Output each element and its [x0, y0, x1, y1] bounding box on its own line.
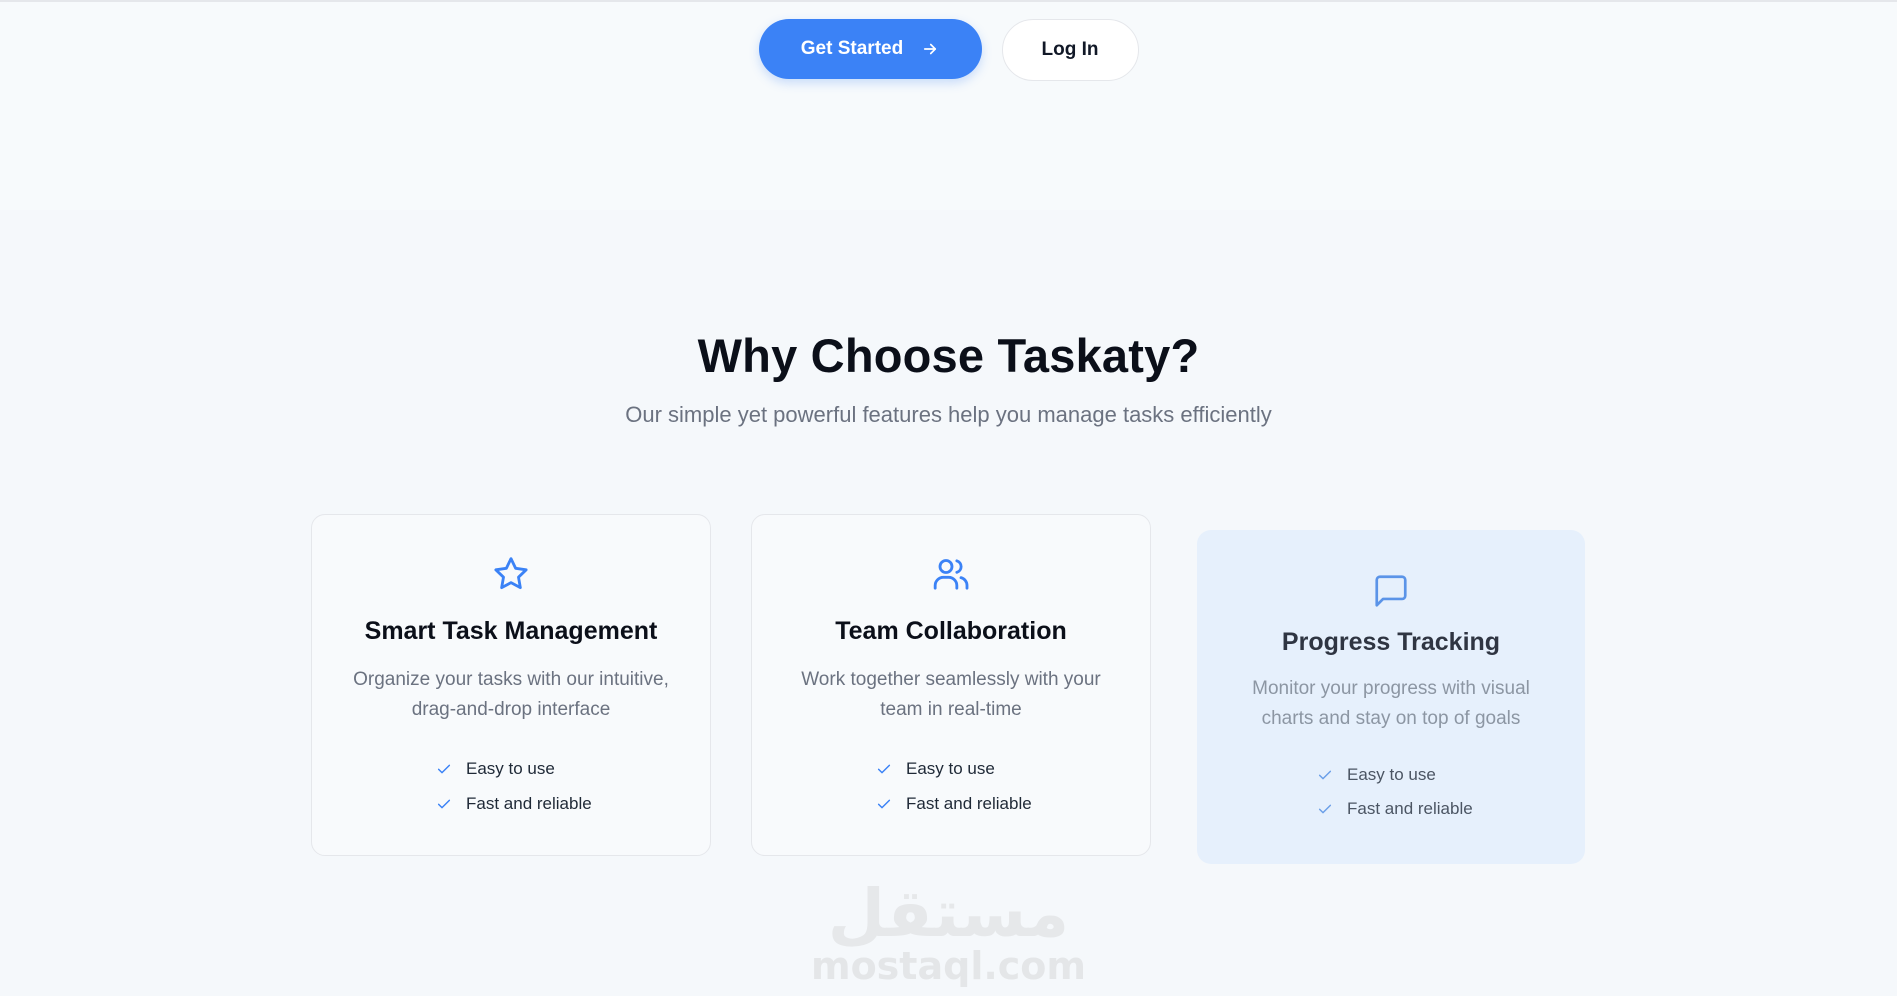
- check-icon: [436, 761, 452, 777]
- check-icon: [1317, 767, 1333, 783]
- hero-actions: Get Started Log In: [0, 19, 1897, 81]
- list-item: Easy to use: [876, 751, 1032, 786]
- check-icon: [436, 796, 452, 812]
- list-item: Easy to use: [1317, 758, 1473, 792]
- card-description: Organize your tasks with our intuitive, …: [353, 669, 669, 720]
- point-label: Fast and reliable: [466, 793, 592, 813]
- features-section: Why Choose Taskaty? Our simple yet power…: [0, 210, 1897, 996]
- get-started-button[interactable]: Get Started: [758, 19, 982, 79]
- card-title: Team Collaboration: [835, 617, 1067, 645]
- login-button[interactable]: Log In: [1001, 19, 1139, 81]
- list-item: Easy to use: [436, 751, 592, 786]
- card-description: Monitor your progress with visual charts…: [1252, 678, 1530, 729]
- point-label: Fast and reliable: [1347, 799, 1473, 818]
- check-icon: [876, 796, 892, 812]
- get-started-label: Get Started: [800, 38, 904, 59]
- point-label: Easy to use: [466, 758, 555, 778]
- card-description: Work together seamlessly with your team …: [801, 669, 1101, 720]
- message-square-icon: [1370, 570, 1412, 612]
- list-item: Fast and reliable: [876, 786, 1032, 821]
- feature-points: Easy to use Fast and reliable: [876, 751, 1032, 821]
- check-icon: [876, 761, 892, 777]
- list-item: Fast and reliable: [1317, 792, 1473, 826]
- check-icon: [1317, 801, 1333, 817]
- feature-card-smart-task: Smart Task Management Organize your task…: [311, 514, 711, 856]
- card-title: Progress Tracking: [1281, 628, 1501, 656]
- top-divider: [0, 0, 1897, 2]
- feature-points: Easy to use Fast and reliable: [1317, 758, 1473, 826]
- section-subtitle: Our simple yet powerful features help yo…: [625, 402, 1272, 427]
- feature-card-team-collaboration: Team Collaboration Work together seamles…: [751, 514, 1151, 856]
- point-label: Easy to use: [1347, 765, 1436, 784]
- login-label: Log In: [1041, 39, 1099, 60]
- arrow-right-icon: [921, 40, 939, 58]
- feature-points: Easy to use Fast and reliable: [436, 751, 592, 821]
- card-title: Smart Task Management: [364, 617, 658, 645]
- point-label: Easy to use: [906, 758, 995, 778]
- feature-card-progress-tracking: Progress Tracking Monitor your progress …: [1197, 530, 1585, 864]
- section-title: Why Choose Taskaty?: [697, 329, 1200, 382]
- star-icon: [490, 553, 532, 595]
- point-label: Fast and reliable: [906, 793, 1032, 813]
- list-item: Fast and reliable: [436, 786, 592, 821]
- users-icon: [930, 553, 972, 595]
